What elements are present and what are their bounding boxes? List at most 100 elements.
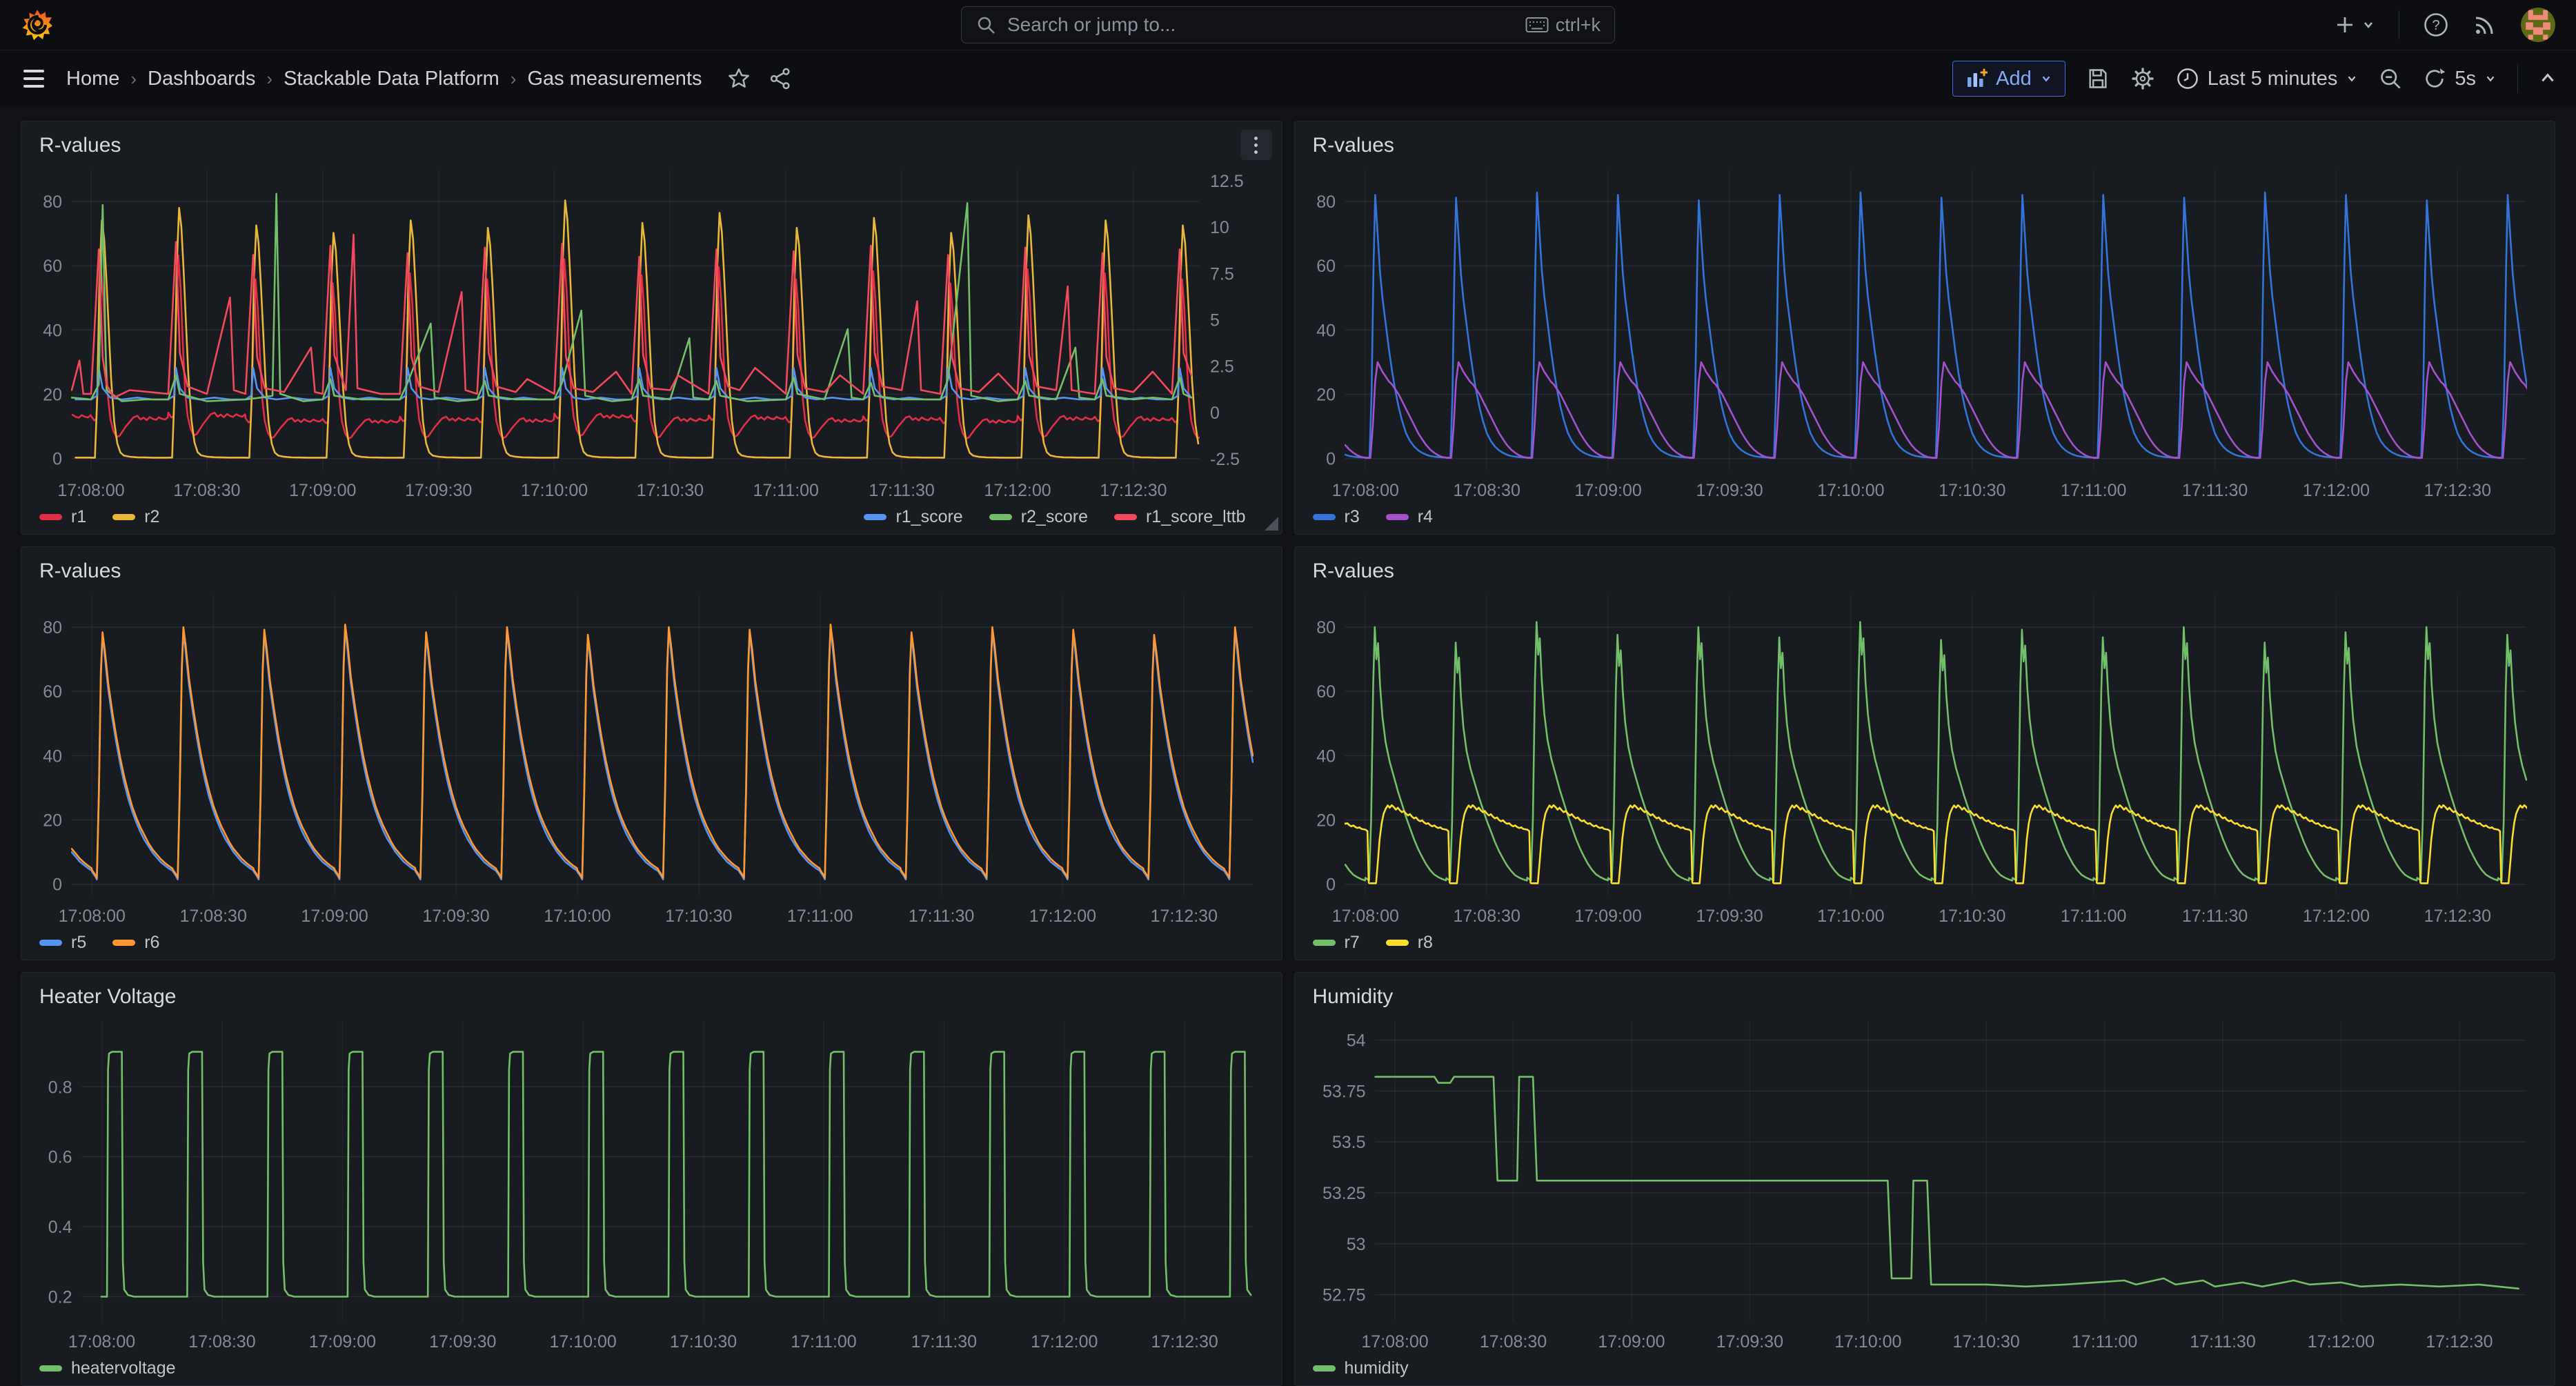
collapse-toolbar-button[interactable] bbox=[2539, 70, 2557, 88]
svg-text:20: 20 bbox=[1316, 386, 1336, 405]
legend-item-r7[interactable]: r7 bbox=[1313, 933, 1360, 953]
legend-label: r6 bbox=[144, 933, 159, 953]
svg-text:17:11:00: 17:11:00 bbox=[2060, 481, 2126, 500]
panel-heater-voltage-4: Heater Voltage0.20.40.60.817:08:0017:08:… bbox=[21, 972, 1282, 1386]
legend-item-r3[interactable]: r3 bbox=[1313, 507, 1360, 527]
bar-chart-plus-icon bbox=[1965, 68, 1988, 90]
svg-text:17:10:30: 17:10:30 bbox=[670, 1332, 737, 1352]
panel-title[interactable]: Humidity bbox=[1309, 980, 2542, 1014]
svg-text:17:08:30: 17:08:30 bbox=[173, 481, 240, 500]
legend-item-r1_score[interactable]: r1_score bbox=[864, 507, 962, 527]
refresh-interval-label: 5s bbox=[2455, 68, 2476, 90]
panel-title[interactable]: R-values bbox=[35, 128, 1268, 163]
panel-humidity-5: Humidity52.755353.2553.553.755417:08:001… bbox=[1294, 972, 2556, 1386]
dashboard-settings-button[interactable] bbox=[2130, 66, 2155, 91]
legend-label: r1 bbox=[71, 507, 86, 527]
panel-r-values-1: R-values02040608017:08:0017:08:3017:09:0… bbox=[1294, 121, 2556, 535]
time-series-chart[interactable]: 02040608017:08:0017:08:3017:09:0017:09:3… bbox=[35, 163, 1268, 502]
legend-group: r3 r4 bbox=[1313, 507, 1433, 527]
svg-text:17:08:00: 17:08:00 bbox=[1331, 481, 1398, 500]
chart-svg: 52.755353.2553.553.755417:08:0017:08:301… bbox=[1309, 1014, 2542, 1353]
legend-label: r4 bbox=[1418, 507, 1433, 527]
search-input[interactable]: Search or jump to... ctrl+k bbox=[961, 6, 1615, 43]
share-icon[interactable] bbox=[769, 67, 792, 90]
svg-text:17:10:00: 17:10:00 bbox=[1817, 907, 1884, 926]
favorite-star-icon[interactable] bbox=[727, 67, 751, 90]
legend-item-r4[interactable]: r4 bbox=[1386, 507, 1433, 527]
new-button[interactable] bbox=[2334, 14, 2375, 36]
save-dashboard-button[interactable] bbox=[2086, 67, 2110, 90]
svg-text:17:11:00: 17:11:00 bbox=[2071, 1332, 2137, 1352]
legend-item-r8[interactable]: r8 bbox=[1386, 933, 1433, 953]
legend-group: heatervoltage bbox=[39, 1358, 176, 1378]
refresh-picker[interactable]: 5s bbox=[2423, 67, 2497, 90]
svg-text:0.2: 0.2 bbox=[48, 1288, 72, 1307]
legend-swatch bbox=[112, 514, 135, 520]
user-avatar[interactable] bbox=[2521, 8, 2555, 42]
svg-text:54: 54 bbox=[1346, 1031, 1365, 1051]
panel-title[interactable]: R-values bbox=[35, 554, 1268, 588]
svg-text:17:09:30: 17:09:30 bbox=[1696, 907, 1763, 926]
svg-text:17:09:30: 17:09:30 bbox=[429, 1332, 496, 1352]
breadcrumb-item[interactable]: Stackable Data Platform bbox=[284, 68, 499, 90]
svg-text:?: ? bbox=[2432, 18, 2439, 33]
time-series-chart[interactable]: 02040608017:08:0017:08:3017:09:0017:09:3… bbox=[1309, 163, 2542, 502]
panel-resize-handle[interactable] bbox=[1265, 517, 1278, 531]
svg-text:17:09:30: 17:09:30 bbox=[422, 907, 489, 926]
time-series-chart[interactable]: 52.755353.2553.553.755417:08:0017:08:301… bbox=[1309, 1014, 2542, 1353]
legend-item-r1_score_lttb[interactable]: r1_score_lttb bbox=[1114, 507, 1246, 527]
chart-svg: 02040608017:08:0017:08:3017:09:0017:09:3… bbox=[35, 588, 1268, 927]
svg-text:17:08:00: 17:08:00 bbox=[1331, 907, 1398, 926]
svg-text:17:12:30: 17:12:30 bbox=[2424, 907, 2490, 926]
zoom-out-button[interactable] bbox=[2379, 67, 2402, 90]
svg-text:20: 20 bbox=[1316, 811, 1336, 831]
breadcrumb-item[interactable]: Dashboards bbox=[148, 68, 255, 90]
svg-text:0: 0 bbox=[52, 450, 62, 469]
legend-item-r5[interactable]: r5 bbox=[39, 933, 86, 953]
svg-text:53.75: 53.75 bbox=[1322, 1082, 1365, 1101]
legend-item-r6[interactable]: r6 bbox=[112, 933, 159, 953]
legend-item-r2[interactable]: r2 bbox=[112, 507, 159, 527]
panel-title[interactable]: R-values bbox=[1309, 554, 2542, 588]
breadcrumb-item[interactable]: Home bbox=[66, 68, 119, 90]
legend-item-humidity[interactable]: humidity bbox=[1313, 1358, 1409, 1378]
breadcrumb-separator: › bbox=[511, 68, 517, 90]
time-series-chart[interactable]: 02040608017:08:0017:08:3017:09:0017:09:3… bbox=[1309, 588, 2542, 927]
svg-text:40: 40 bbox=[43, 746, 62, 766]
svg-text:17:08:30: 17:08:30 bbox=[180, 907, 247, 926]
svg-text:0: 0 bbox=[1326, 875, 1336, 895]
svg-text:17:10:30: 17:10:30 bbox=[1939, 907, 2005, 926]
time-series-chart[interactable]: 02040608017:08:0017:08:3017:09:0017:09:3… bbox=[35, 588, 1268, 927]
svg-text:17:12:30: 17:12:30 bbox=[1100, 481, 1167, 500]
time-range-picker[interactable]: Last 5 minutes bbox=[2176, 67, 2359, 90]
clock-icon bbox=[2176, 67, 2199, 90]
grafana-logo[interactable] bbox=[21, 8, 54, 41]
legend-item-r2_score[interactable]: r2_score bbox=[989, 507, 1088, 527]
time-series-chart[interactable]: 0.20.40.60.817:08:0017:08:3017:09:0017:0… bbox=[35, 1014, 1268, 1353]
help-button[interactable]: ? bbox=[2423, 12, 2449, 38]
svg-text:80: 80 bbox=[43, 618, 62, 637]
add-button[interactable]: Add bbox=[1952, 61, 2065, 97]
panel-legend: r1 r2 r1_score r2_score r1_score_lttb bbox=[35, 502, 1268, 528]
legend-label: r1_score bbox=[895, 507, 962, 527]
legend-swatch bbox=[1386, 940, 1409, 946]
panel-menu-button[interactable] bbox=[1240, 130, 1272, 160]
question-circle-icon: ? bbox=[2423, 12, 2449, 38]
legend-group: r7 r8 bbox=[1313, 933, 1433, 953]
legend-item-r1[interactable]: r1 bbox=[39, 507, 86, 527]
svg-text:7.5: 7.5 bbox=[1210, 264, 1234, 284]
svg-text:17:12:30: 17:12:30 bbox=[1151, 907, 1218, 926]
panel-legend: r7 r8 bbox=[1309, 927, 2542, 954]
legend-item-heatervoltage[interactable]: heatervoltage bbox=[39, 1358, 176, 1378]
news-button[interactable] bbox=[2473, 12, 2497, 37]
svg-text:17:08:00: 17:08:00 bbox=[59, 907, 126, 926]
zoom-out-icon bbox=[2379, 67, 2402, 90]
chart-svg: 0.20.40.60.817:08:0017:08:3017:09:0017:0… bbox=[35, 1014, 1268, 1353]
mega-menu-toggle[interactable] bbox=[19, 66, 48, 92]
svg-text:17:08:30: 17:08:30 bbox=[1453, 481, 1520, 500]
svg-text:17:11:30: 17:11:30 bbox=[2181, 481, 2247, 500]
chevron-down-icon bbox=[2361, 18, 2375, 32]
panel-title[interactable]: Heater Voltage bbox=[35, 980, 1268, 1014]
panel-title[interactable]: R-values bbox=[1309, 128, 2542, 163]
svg-text:17:12:00: 17:12:00 bbox=[1031, 1332, 1098, 1352]
